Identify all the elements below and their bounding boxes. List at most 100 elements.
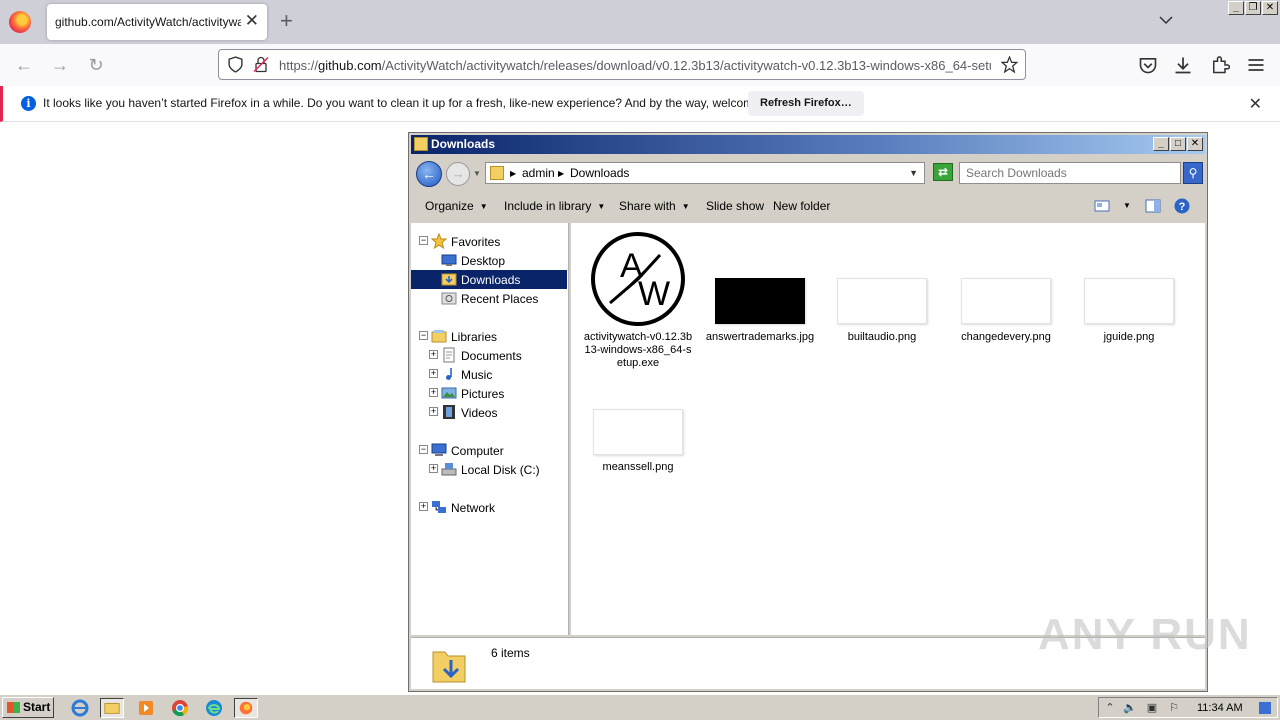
breadcrumb-arrow-icon[interactable]: ▶	[558, 169, 564, 178]
file-name: changedevery.png	[961, 331, 1051, 343]
organize-button[interactable]: Organize ▼	[425, 199, 488, 213]
back-arrow-icon[interactable]: ←	[416, 161, 442, 187]
tree-item-computer[interactable]: − Computer	[411, 441, 567, 460]
breadcrumb-admin[interactable]: admin	[522, 166, 555, 180]
notification-close-icon[interactable]: ✕	[1249, 94, 1262, 114]
close-window-button[interactable]: ✕	[1187, 137, 1203, 151]
app-menu-hamburger-icon[interactable]	[1246, 55, 1266, 75]
videos-film-icon	[443, 405, 455, 419]
file-item-activitywatch-setup[interactable]: A W activitywatch-v0.12.3b13-windows-x86…	[583, 229, 693, 369]
breadcrumb-arrow-icon[interactable]: ▶	[510, 169, 516, 178]
expand-icon[interactable]: +	[429, 464, 438, 473]
collapse-icon[interactable]: −	[419, 445, 428, 454]
reload-icon[interactable]: ↻	[86, 55, 106, 75]
clock[interactable]: 11:34 AM	[1197, 702, 1243, 714]
internet-explorer-icon[interactable]	[68, 698, 92, 718]
collapse-icon[interactable]: −	[419, 236, 428, 245]
tree-item-downloads[interactable]: Downloads	[411, 270, 567, 289]
file-item-changedevery[interactable]: changedevery.png	[951, 229, 1061, 364]
svg-text:?: ?	[1179, 201, 1186, 213]
insecure-lock-icon[interactable]	[253, 56, 269, 73]
slide-show-button[interactable]: Slide show	[706, 199, 764, 213]
hard-disk-icon	[441, 463, 457, 476]
share-with-button[interactable]: Share with ▼	[619, 199, 690, 213]
tab-close-icon[interactable]: ✕	[245, 12, 259, 30]
explorer-titlebar[interactable]: Downloads _ □ ✕	[411, 135, 1205, 154]
file-item-answertrademarks[interactable]: answertrademarks.jpg	[705, 229, 815, 364]
back-arrow-icon[interactable]: ←	[14, 55, 34, 75]
tree-item-recent-places[interactable]: Recent Places	[411, 289, 567, 308]
preview-pane-icon[interactable]	[1144, 197, 1162, 215]
explorer-folder-icon[interactable]	[100, 698, 124, 718]
file-name: activitywatch-v0.12.3b13-windows-x86_64-…	[583, 331, 693, 369]
show-desktop-icon[interactable]	[1259, 702, 1271, 714]
start-button[interactable]: Start	[2, 697, 54, 718]
url-bar[interactable]: https://github.com/ActivityWatch/activit…	[218, 49, 1026, 80]
show-hidden-icons-chevron-icon[interactable]: ⌃	[1103, 701, 1117, 715]
search-input[interactable]	[960, 163, 1180, 183]
firefox-icon[interactable]	[234, 698, 258, 718]
tree-item-favorites[interactable]: − Favorites	[411, 232, 567, 251]
breadcrumb-downloads[interactable]: Downloads	[570, 166, 629, 180]
address-bar[interactable]: ▶ admin ▶ Downloads ▼	[485, 162, 925, 184]
file-item-builtaudio[interactable]: builtaudio.png	[827, 229, 937, 364]
tree-item-desktop[interactable]: Desktop	[411, 251, 567, 270]
close-browser-button[interactable]: ✕	[1262, 1, 1278, 15]
list-all-tabs-chevron-icon[interactable]	[1158, 12, 1174, 28]
tab-title: github.com/ActivityWatch/activitywatch/r…	[55, 15, 241, 29]
action-center-flag-icon[interactable]: ⚐	[1167, 701, 1181, 715]
expand-icon[interactable]: +	[419, 502, 428, 511]
network-status-icon[interactable]: ▣	[1145, 701, 1159, 715]
search-downloads-field[interactable]	[959, 162, 1181, 184]
tree-item-documents[interactable]: + Documents	[411, 346, 567, 365]
window-title: Downloads	[431, 137, 496, 151]
help-icon[interactable]: ?	[1173, 197, 1191, 215]
tree-item-network[interactable]: + Network	[411, 498, 567, 517]
new-tab-button[interactable]: +	[280, 9, 293, 33]
expand-icon[interactable]: +	[429, 369, 438, 378]
browser-tab-active[interactable]: github.com/ActivityWatch/activitywatch/r…	[47, 4, 267, 40]
tree-item-local-disk[interactable]: + Local Disk (C:)	[411, 460, 567, 479]
tracking-shield-icon[interactable]	[227, 56, 244, 73]
chrome-icon[interactable]	[168, 698, 192, 718]
refresh-icon[interactable]: ⇄	[933, 163, 953, 181]
restore-browser-button[interactable]: ❐	[1245, 1, 1261, 15]
edge-icon[interactable]	[202, 698, 226, 718]
expand-icon[interactable]: +	[429, 388, 438, 397]
bookmark-star-icon[interactable]	[1001, 56, 1018, 73]
minimize-browser-button[interactable]: _	[1228, 1, 1244, 15]
file-item-meanssell[interactable]: meanssell.png	[583, 369, 693, 489]
search-icon[interactable]: ⚲	[1183, 162, 1203, 184]
recent-pages-dropdown-icon[interactable]: ▼	[473, 169, 481, 178]
forward-arrow-icon[interactable]: →	[446, 162, 470, 186]
expand-icon[interactable]: +	[429, 350, 438, 359]
media-player-icon[interactable]	[134, 698, 158, 718]
minimize-window-button[interactable]: _	[1153, 137, 1169, 151]
change-view-icon[interactable]	[1093, 197, 1111, 215]
extensions-puzzle-icon[interactable]	[1210, 55, 1230, 75]
forward-arrow-icon[interactable]: →	[50, 55, 70, 75]
info-icon: i	[21, 96, 36, 111]
expand-icon[interactable]: +	[429, 407, 438, 416]
view-options-dropdown-icon[interactable]: ▼	[1123, 201, 1131, 210]
pocket-icon[interactable]	[1138, 55, 1158, 75]
volume-speaker-icon[interactable]: 🔈	[1123, 701, 1137, 715]
tree-item-pictures[interactable]: + Pictures	[411, 384, 567, 403]
tree-item-music[interactable]: + Music	[411, 365, 567, 384]
file-name: answertrademarks.jpg	[705, 331, 815, 343]
downloads-icon[interactable]	[1173, 55, 1193, 75]
tree-item-libraries[interactable]: − Libraries	[411, 327, 567, 346]
tree-item-videos[interactable]: + Videos	[411, 403, 567, 422]
include-in-library-button[interactable]: Include in library ▼	[504, 199, 605, 213]
image-thumbnail	[1084, 278, 1174, 324]
refresh-firefox-button[interactable]: Refresh Firefox…	[748, 91, 864, 116]
new-folder-button[interactable]: New folder	[773, 199, 830, 213]
firefox-logo-icon[interactable]	[9, 11, 31, 33]
collapse-icon[interactable]: −	[419, 331, 428, 340]
documents-icon	[443, 347, 455, 363]
address-dropdown-icon[interactable]: ▼	[909, 168, 918, 178]
maximize-window-button[interactable]: □	[1170, 137, 1186, 151]
network-icon	[432, 501, 446, 513]
favorites-star-icon	[431, 233, 447, 249]
file-item-jguide[interactable]: jguide.png	[1074, 229, 1184, 364]
